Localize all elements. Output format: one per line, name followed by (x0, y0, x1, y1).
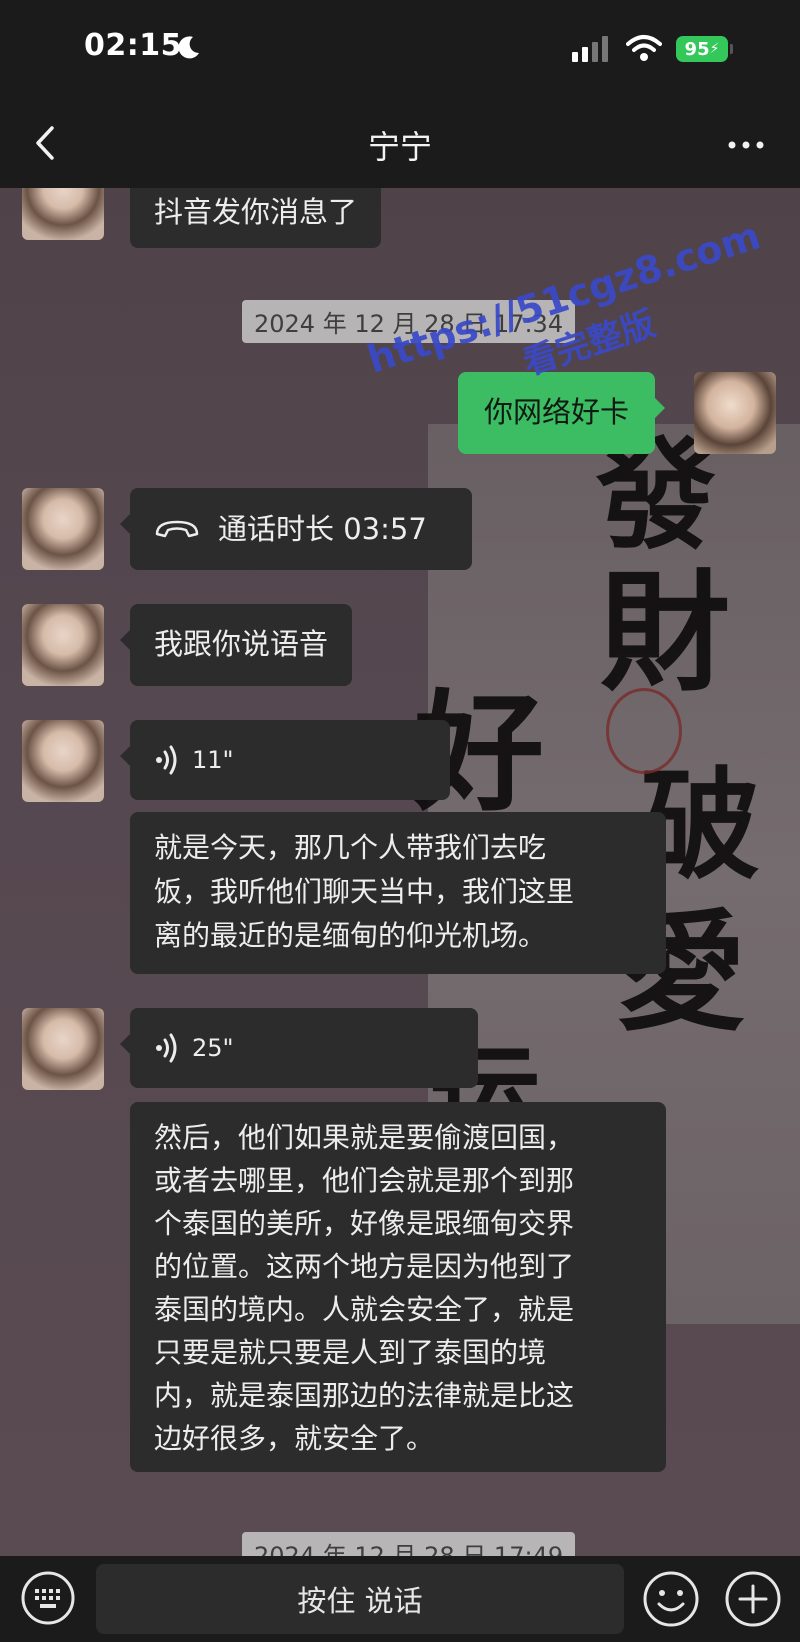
call-duration-bubble[interactable]: 通话时长 03:57 (120, 488, 472, 570)
plus-button[interactable] (724, 1570, 782, 1628)
voice-transcript[interactable]: 然后，他们如果就是要偷渡回国， 或者去哪里，他们会就是那个到那 个泰国的美所，好… (130, 1102, 666, 1472)
message-bubble[interactable]: 我跟你说语音 (119, 604, 353, 686)
status-time: 02:15 (84, 28, 182, 63)
battery-indicator: 95 ⚡ (676, 36, 728, 62)
emoji-button[interactable] (642, 1570, 700, 1628)
message-timestamp: 2024 年 12 月 28 日 17:49 (242, 1532, 576, 1556)
transcript-line: 然后，他们如果就是要偷渡回国， (154, 1121, 575, 1154)
contact-avatar[interactable] (22, 1008, 104, 1090)
battery-level: 95 (684, 38, 710, 60)
voice-message-bubble[interactable]: 25" (120, 1008, 478, 1088)
transcript-line: 边好很多，就安全了。 (154, 1422, 435, 1455)
nav-bar: 宁宁 (0, 100, 800, 188)
battery-tip (730, 44, 733, 54)
contact-avatar[interactable] (22, 604, 104, 686)
transcript-line: 泰国的境内。人就会安全了，就是 (154, 1293, 575, 1326)
voice-wave-icon (156, 1033, 177, 1063)
wifi-icon (626, 35, 662, 61)
voice-duration: 11" (192, 746, 234, 774)
moon-icon (178, 36, 199, 59)
voice-transcript[interactable]: 就是今天，那几个人带我们去吃 饭，我听他们聊天当中，我们这里 离的最近的是缅甸的… (130, 812, 666, 974)
transcript-line: 或者去哪里，他们会就是那个到那 (154, 1164, 575, 1197)
transcript-line: 饭，我听他们聊天当中，我们这里 (154, 875, 575, 908)
transcript-line: 的位置。这两个地方是因为他到了 (154, 1250, 575, 1283)
call-duration-text: 通话时长 03:57 (218, 512, 427, 546)
phone-hangup-icon (155, 520, 199, 538)
transcript-line: 离的最近的是缅甸的仰光机场。 (154, 919, 547, 952)
message-bubble[interactable]: 抖音发你消息了 (130, 188, 382, 248)
chat-area[interactable]: 發 財 好 破 愛 运 抖音发你消息了 2024 年 12 月 28 日 17:… (0, 188, 800, 1556)
transcript-line: 个泰国的美所，好像是跟缅甸交界 (154, 1207, 575, 1240)
input-bar: 按住 说话 (0, 1556, 800, 1642)
contact-avatar[interactable] (22, 188, 104, 240)
transcript-line: 就是今天，那几个人带我们去吃 (154, 831, 547, 864)
background-calligraphy-2: 財 (600, 556, 731, 709)
hold-to-talk-button[interactable]: 按住 说话 (96, 1564, 624, 1634)
chat-title: 宁宁 (367, 128, 432, 166)
transcript-line: 内，就是泰国那边的法律就是比这 (154, 1379, 575, 1412)
my-message-bubble[interactable]: 你网络好卡 (458, 372, 666, 454)
voice-wave-icon (156, 745, 177, 775)
voice-duration: 25" (192, 1034, 234, 1062)
transcript-line: 只要是就只要是人到了泰国的境 (154, 1336, 547, 1369)
signal-icon (572, 36, 608, 62)
my-avatar[interactable] (694, 372, 776, 454)
status-bar: 02:15 95 ⚡ (0, 0, 800, 100)
keyboard-toggle-button[interactable] (20, 1570, 76, 1626)
more-options-button[interactable] (726, 130, 766, 160)
contact-avatar[interactable] (22, 720, 104, 802)
voice-message-bubble[interactable]: 11" (120, 720, 450, 800)
contact-avatar[interactable] (22, 488, 104, 570)
red-seal-stamp (606, 688, 682, 774)
